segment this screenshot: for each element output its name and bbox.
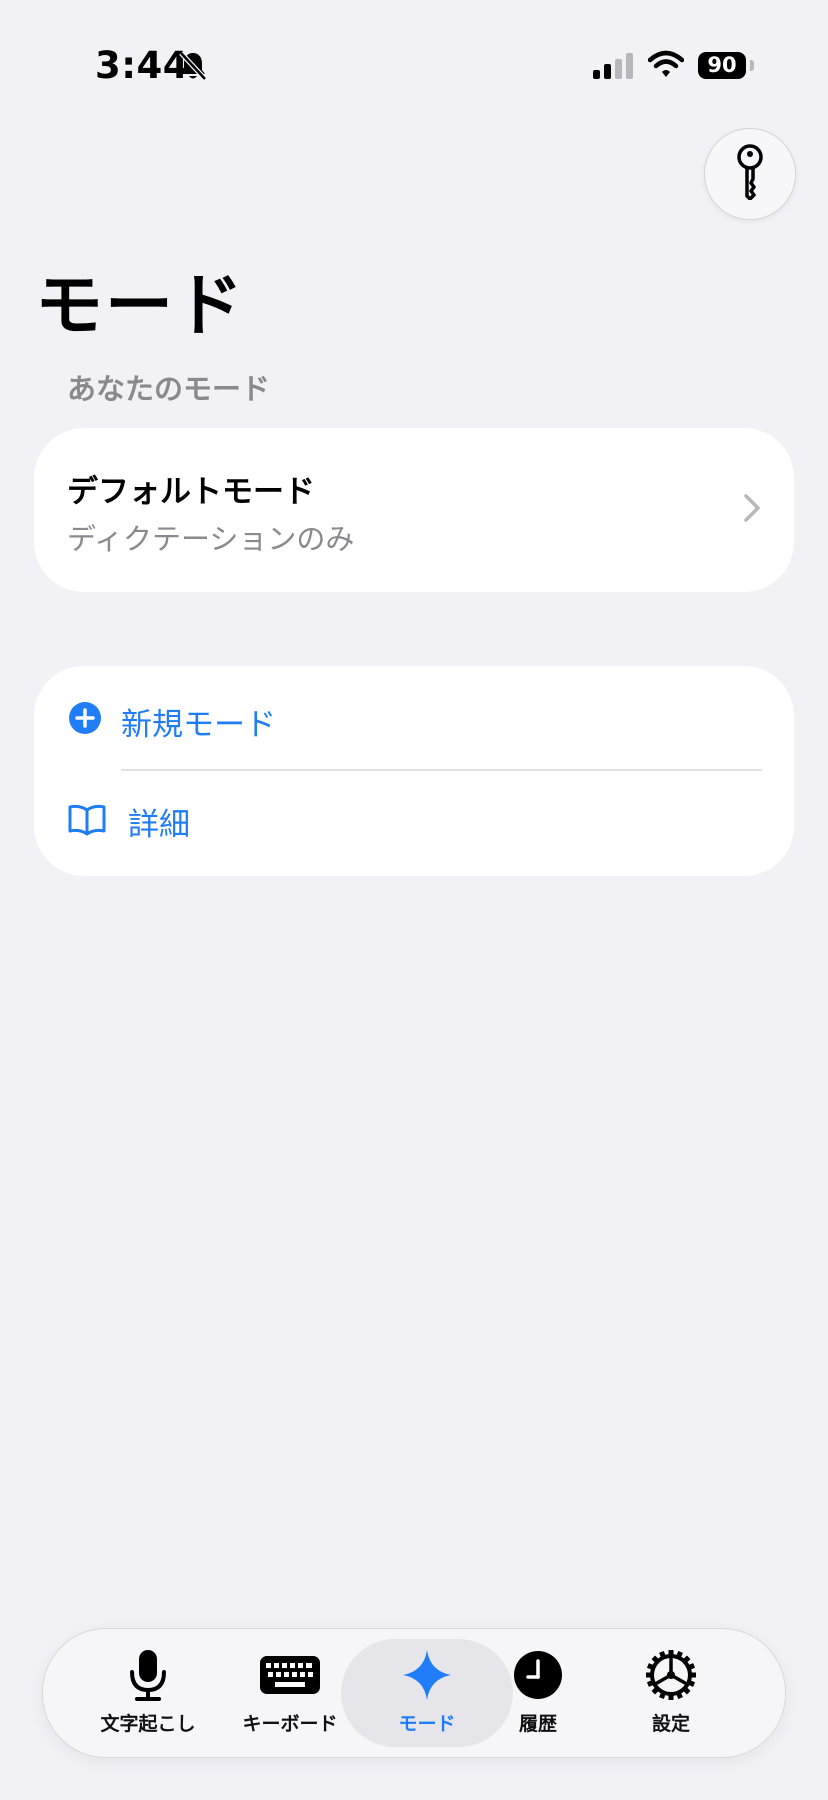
- new-mode-label: 新規モード: [121, 707, 276, 743]
- key-icon: [735, 144, 765, 204]
- key-button[interactable]: [704, 128, 796, 220]
- details-button[interactable]: 詳細: [34, 771, 794, 875]
- chevron-right-icon: [744, 494, 760, 526]
- details-label: 詳細: [128, 807, 190, 843]
- wifi-icon: [647, 50, 685, 82]
- page-title: モード: [35, 267, 246, 346]
- plus-circle-icon: [68, 701, 102, 739]
- battery-indicator: 90: [698, 52, 746, 79]
- status-time: 3:44: [95, 44, 190, 87]
- gear-icon: [611, 1647, 731, 1703]
- tab-bar: 文字起こし キーボード モード 履歴 設定: [42, 1628, 786, 1758]
- default-mode-card[interactable]: デフォルトモード ディクテーションのみ: [34, 428, 794, 592]
- tab-label: 文字起こし: [100, 1713, 196, 1735]
- book-icon: [68, 804, 106, 840]
- tab-history[interactable]: 履歴: [478, 1639, 598, 1747]
- actions-card: 新規モード 詳細: [34, 666, 794, 876]
- mode-description: ディクテーションのみ: [67, 522, 355, 556]
- new-mode-button[interactable]: 新規モード: [34, 666, 794, 771]
- tab-label: 履歴: [518, 1713, 557, 1735]
- status-bar: 3:44 90: [0, 0, 828, 120]
- microphone-icon: [68, 1647, 228, 1703]
- battery-cap: [750, 60, 754, 71]
- section-header-your-modes: あなたのモード: [67, 372, 271, 406]
- mode-name: デフォルトモード: [67, 474, 315, 510]
- tab-label: 設定: [651, 1713, 690, 1735]
- cellular-signal-icon: [593, 53, 635, 83]
- clock-icon: [478, 1647, 598, 1703]
- silent-bell-icon: [178, 50, 208, 86]
- tab-transcription[interactable]: 文字起こし: [68, 1639, 228, 1747]
- tab-settings[interactable]: 設定: [611, 1639, 731, 1747]
